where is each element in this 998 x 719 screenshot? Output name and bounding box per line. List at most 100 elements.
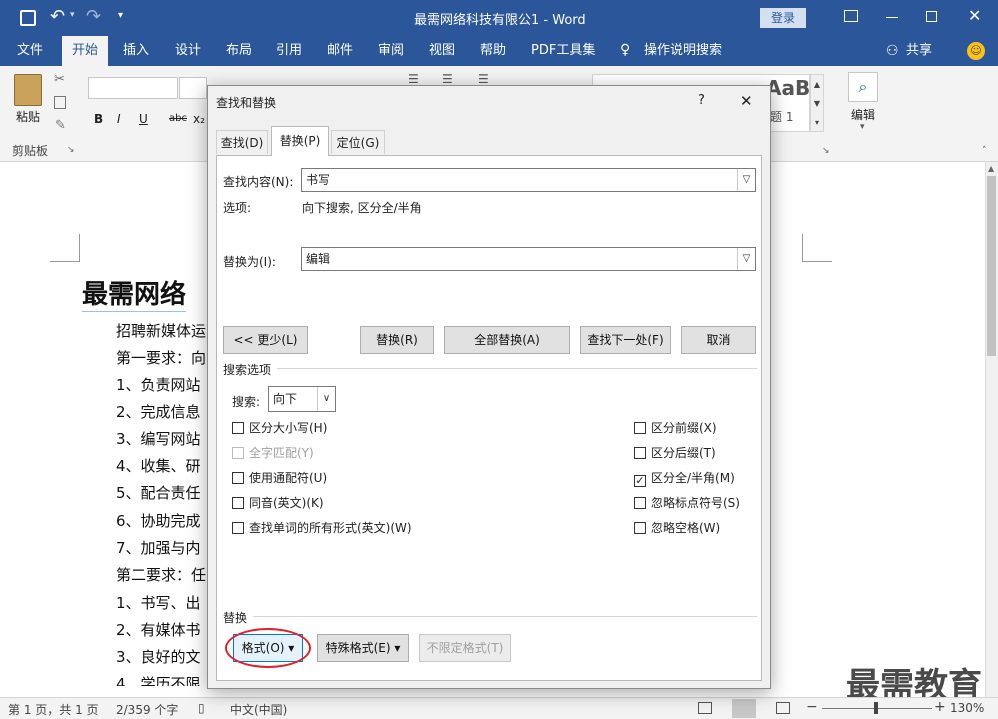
word-count[interactable]: 2/359 个字 [116,701,178,718]
paste-icon[interactable] [14,74,42,106]
match-case-checkbox[interactable]: 区分大小写(H) [232,421,327,435]
cut-icon[interactable]: ✂ [54,72,65,87]
minimize-icon[interactable] [886,17,898,18]
search-icon[interactable]: ⌕ [848,72,878,102]
read-mode-icon[interactable] [698,702,712,714]
no-formatting-button[interactable]: 不限定格式(T) [419,634,511,662]
collapse-ribbon-icon[interactable]: ˄ [982,146,987,156]
chevron-down-icon[interactable]: ▽ [737,169,755,191]
tab-help[interactable]: 帮助 [480,36,506,66]
replace-with-input[interactable]: 编辑 ▽ [301,247,756,271]
tab-view[interactable]: 视图 [429,36,455,66]
tab-mailings[interactable]: 邮件 [327,36,353,66]
maximize-icon[interactable] [926,11,937,22]
tab-home[interactable]: 开始 [62,36,109,66]
bold-button[interactable]: B [94,112,103,126]
tab-goto[interactable]: 定位(G) [331,130,385,154]
font-name-combo[interactable] [88,77,178,99]
edit-group-label[interactable]: 编辑 [851,106,875,123]
share-button[interactable]: 共享 [906,36,932,66]
language-label[interactable]: 中文(中国) [230,701,287,718]
paste-label[interactable]: 粘贴 [16,108,40,125]
checkbox-box[interactable] [634,522,646,534]
all-word-forms-checkbox[interactable]: 查找单词的所有形式(英文)(W) [232,521,412,535]
checkbox-box[interactable] [634,497,646,509]
margin-corner-right [802,234,832,262]
tab-review[interactable]: 审阅 [378,36,404,66]
checkbox-box[interactable] [232,522,244,534]
replace-section-label: 替换 [223,611,248,625]
checkbox-box[interactable] [232,497,244,509]
ignore-space-checkbox[interactable]: 忽略空格(W) [634,521,720,535]
cancel-button[interactable]: 取消 [681,326,756,354]
help-button[interactable]: ? [698,93,705,108]
subscript-button[interactable]: x₂ [193,112,205,126]
smiley-icon[interactable]: ☺ [967,42,985,60]
checkbox-label: 忽略标点符号(S) [651,496,740,510]
close-window-icon[interactable]: ✕ [968,6,981,25]
checkbox-box[interactable] [232,422,244,434]
zoom-slider-thumb[interactable] [874,702,878,714]
tab-design[interactable]: 设计 [175,36,201,66]
save-icon[interactable] [20,10,36,26]
customize-toolbar-icon[interactable]: ▾ [118,10,123,21]
whole-word-checkbox[interactable]: 全字匹配(Y) [232,446,314,460]
checkbox-box[interactable] [634,447,646,459]
zoom-level[interactable]: 130% [950,701,984,715]
tab-find[interactable]: 查找(D) [216,130,268,154]
scroll-thumb[interactable] [987,176,996,356]
checkmark-icon[interactable]: ✓ [634,475,646,487]
tell-me-search[interactable]: 操作说明搜索 [644,36,722,66]
match-prefix-checkbox[interactable]: 区分前缀(X) [634,421,717,435]
special-format-button[interactable]: 特殊格式(E) ▾ [317,634,409,662]
print-layout-icon[interactable] [732,699,756,718]
login-button[interactable]: 登录 [760,8,806,28]
status-bar: 第 1 页，共 1 页 2/359 个字 ▯ 中文(中国) − + 130% [0,697,998,719]
checkbox-box[interactable] [232,472,244,484]
zoom-in-icon[interactable]: + [934,699,946,715]
styles-launcher-icon[interactable]: ↘ [822,146,830,156]
dialog-launcher-icon[interactable]: ↘ [67,145,75,155]
underline-button[interactable]: U [139,112,148,126]
wildcards-checkbox[interactable]: 使用通配符(U) [232,471,327,485]
italic-button[interactable]: I [117,112,121,126]
checkbox-box[interactable] [634,422,646,434]
tab-pdf-tools[interactable]: PDF工具集 [531,36,595,66]
replace-button[interactable]: 替换(R) [360,326,434,354]
find-what-input[interactable]: 书写 ▽ [301,168,756,192]
chevron-down-icon[interactable]: ∨ [317,387,335,411]
format-painter-icon[interactable]: ✎ [55,118,66,133]
web-layout-icon[interactable] [776,702,790,714]
tab-file[interactable]: 文件 [17,36,43,66]
tab-insert[interactable]: 插入 [123,36,149,66]
checkbox-box[interactable] [232,447,244,459]
less-button[interactable]: << 更少(L) [223,326,308,354]
styles-scroll[interactable]: ▲ ▼ ▾ [810,74,824,132]
font-size-combo[interactable] [179,77,207,99]
numbering-icon[interactable]: ☰ [442,72,453,86]
match-suffix-checkbox[interactable]: 区分后缀(T) [634,446,716,460]
strikethrough-button[interactable]: abc [169,113,187,124]
replace-all-button[interactable]: 全部替换(A) [444,326,570,354]
tab-references[interactable]: 引用 [276,36,302,66]
sounds-like-checkbox[interactable]: 同音(英文)(K) [232,496,324,510]
zoom-out-icon[interactable]: − [806,699,818,715]
scroll-up-icon[interactable]: ▲ [988,164,994,173]
page-count[interactable]: 第 1 页，共 1 页 [8,701,99,718]
multilevel-icon[interactable]: ☰ [478,72,489,86]
copy-icon[interactable] [54,96,66,109]
tab-replace[interactable]: 替换(P) [271,126,329,156]
tab-layout[interactable]: 布局 [226,36,252,66]
find-next-button[interactable]: 查找下一处(F) [580,326,671,354]
undo-icon[interactable]: ↶ [50,6,65,27]
bullets-icon[interactable]: ☰ [408,72,419,86]
search-direction-select[interactable]: 向下 ∨ [268,386,336,412]
proofing-icon[interactable]: ▯ [198,701,205,715]
chevron-down-icon[interactable]: ▽ [737,248,755,270]
undo-dropdown-icon[interactable]: ▾ [70,10,75,20]
redo-icon[interactable]: ↷ [86,6,101,27]
ribbon-display-icon[interactable] [844,10,858,22]
dialog-close-icon[interactable]: ✕ [740,92,753,110]
match-width-checkbox[interactable]: ✓ 区分全/半角(M) [634,471,735,487]
ignore-punctuation-checkbox[interactable]: 忽略标点符号(S) [634,496,740,510]
